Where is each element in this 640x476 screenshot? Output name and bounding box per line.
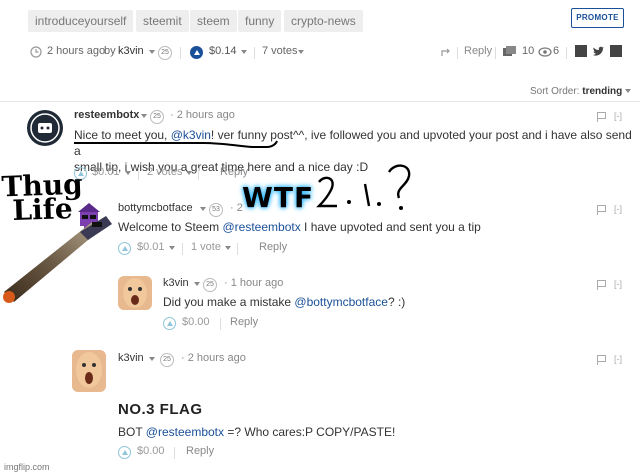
watermark: imgflip.com — [4, 462, 50, 472]
handwritten-scribble — [316, 164, 411, 210]
comment-author[interactable]: k3vin — [163, 277, 189, 289]
avatar[interactable] — [118, 276, 152, 310]
upvote-icon[interactable] — [163, 317, 176, 330]
comments-count: 10 — [522, 45, 535, 57]
flag-icon[interactable] — [597, 205, 606, 215]
comment-author[interactable]: bottymcbotface — [118, 202, 193, 214]
post-reply-link[interactable]: Reply — [464, 45, 492, 57]
comment-body: Welcome to Steem @resteembotx I have upv… — [118, 220, 481, 234]
bot-logo-icon — [30, 113, 60, 143]
divider — [566, 47, 567, 59]
linkedin-icon[interactable] — [610, 45, 622, 57]
mention-link[interactable]: @resteembotx — [222, 220, 300, 234]
sort-order-label: Sort Order: — [530, 86, 580, 97]
divider — [220, 318, 221, 330]
comment-author-rep: 25 — [203, 278, 217, 292]
comment-payout[interactable]: $0.01 — [92, 166, 120, 178]
comment-votes[interactable]: 1 vote — [191, 241, 221, 253]
sort-order-value[interactable]: trending — [582, 86, 622, 97]
divider — [138, 168, 139, 180]
collapse-toggle[interactable]: [-] — [614, 204, 622, 214]
author-dropdown-icon[interactable] — [149, 50, 155, 54]
comment-votes[interactable]: 2 votes — [147, 166, 182, 178]
comment-body: BOT @resteembotx =? Who cares:P COPY/PAS… — [118, 425, 396, 439]
avatar[interactable] — [72, 350, 106, 392]
comment-time: · 1 hour ago — [224, 277, 284, 289]
votes-dropdown-icon[interactable] — [225, 246, 231, 250]
author-dropdown-icon[interactable] — [141, 114, 147, 118]
comment-author[interactable]: k3vin — [118, 352, 144, 364]
comment-reply-link[interactable]: Reply — [186, 445, 214, 457]
divider — [495, 47, 496, 59]
comment-time: · 2 — [230, 202, 243, 214]
comment-author[interactable]: resteembotx — [74, 109, 139, 121]
twitter-icon[interactable] — [592, 46, 605, 57]
eye-icon — [538, 47, 552, 57]
promote-button[interactable]: PROMOTE — [571, 8, 624, 28]
hand-drawn-underline — [74, 140, 278, 148]
tag-steemit[interactable]: steemit — [136, 10, 189, 32]
flag-icon[interactable] — [597, 280, 606, 290]
author-dropdown-icon[interactable] — [200, 207, 206, 211]
post-votes[interactable]: 7 votes — [262, 45, 297, 57]
avatar[interactable] — [27, 110, 63, 146]
comment-reply-link[interactable]: Reply — [220, 166, 248, 178]
comment-author-rep: 53 — [209, 203, 223, 217]
comment-payout[interactable]: $0.01 — [137, 241, 165, 253]
divider — [457, 47, 458, 59]
votes-dropdown-icon[interactable] — [298, 50, 304, 54]
post-payout[interactable]: $0.14 — [209, 45, 237, 57]
post-author-rep: 25 — [158, 46, 172, 60]
payout-dropdown-icon[interactable] — [241, 50, 247, 54]
mention-link[interactable]: @resteembotx — [146, 425, 224, 439]
tag-steem[interactable]: steem — [190, 10, 237, 32]
divider — [237, 243, 238, 255]
author-dropdown-icon[interactable] — [194, 282, 200, 286]
wtf-text: WTF — [242, 181, 315, 214]
comment-heading: NO.3 FLAG — [118, 401, 203, 418]
divider — [174, 447, 175, 459]
facebook-icon[interactable] — [575, 45, 587, 57]
divider — [198, 168, 199, 180]
views-count: 6 — [553, 45, 560, 57]
flag-icon[interactable] — [597, 355, 606, 365]
payout-dropdown-icon[interactable] — [125, 171, 131, 175]
clock-icon — [30, 46, 42, 58]
tag-funny[interactable]: funny — [238, 10, 282, 32]
comment-time: · 2 hours ago — [181, 352, 246, 364]
sort-order[interactable]: Sort Order: trending — [530, 86, 632, 97]
tag-introduceyourself[interactable]: introduceyourself — [28, 10, 134, 32]
votes-dropdown-icon[interactable] — [186, 171, 192, 175]
post-author[interactable]: k3vin — [118, 45, 144, 57]
divider — [180, 47, 181, 59]
tag-crypto-news[interactable]: crypto-news — [284, 10, 363, 32]
face-icon — [76, 352, 102, 388]
comment-author-rep: 25 — [160, 353, 174, 367]
post-time: 2 hours ago — [47, 45, 106, 57]
collapse-toggle[interactable]: [-] — [614, 111, 622, 121]
collapse-toggle[interactable]: [-] — [614, 354, 622, 364]
collapse-toggle[interactable]: [-] — [614, 279, 622, 289]
post-by-label: by — [104, 45, 116, 57]
divider — [182, 243, 183, 255]
joint-icon — [3, 216, 112, 303]
divider — [0, 101, 640, 102]
reblog-icon[interactable] — [440, 46, 452, 58]
face-icon — [123, 278, 147, 308]
comment-payout[interactable]: $0.00 — [137, 445, 165, 457]
comment-payout[interactable]: $0.00 — [182, 316, 210, 328]
comment-time: · 2 hours ago — [170, 109, 235, 121]
upvote-icon[interactable] — [118, 446, 131, 459]
flag-icon[interactable] — [597, 112, 606, 122]
comments-icon[interactable] — [503, 46, 517, 58]
payout-dropdown-icon[interactable] — [169, 246, 175, 250]
divider — [254, 47, 255, 59]
comment-reply-link[interactable]: Reply — [230, 316, 258, 328]
comment-reply-link[interactable]: Reply — [259, 241, 287, 253]
comment-author-rep: 25 — [150, 110, 164, 124]
author-dropdown-icon[interactable] — [149, 357, 155, 361]
upvote-icon[interactable] — [190, 46, 203, 59]
comment-body: Did you make a mistake @bottymcbotface? … — [163, 295, 406, 309]
mention-link[interactable]: @bottymcbotface — [294, 295, 388, 309]
